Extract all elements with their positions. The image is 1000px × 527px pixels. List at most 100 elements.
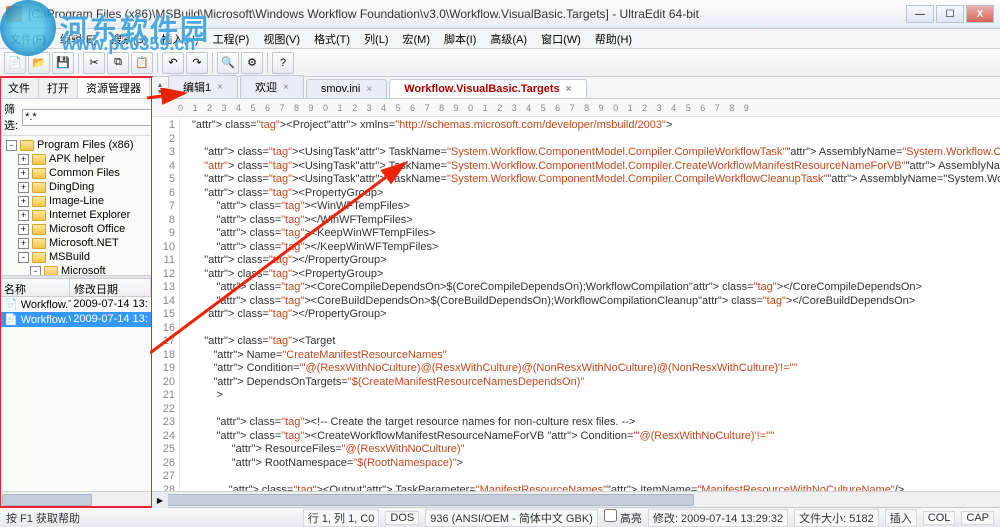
file-name: 📄 Workflow.Ta... <box>2 298 71 311</box>
side-tab-1[interactable]: 打开 <box>39 77 78 98</box>
tree-toggle[interactable]: + <box>18 224 29 235</box>
folder-icon <box>32 252 46 263</box>
status-eol: DOS <box>385 511 419 525</box>
folder-icon <box>32 196 46 207</box>
filter-label: 筛选: <box>4 101 18 133</box>
line-gutter: 1234567891011121314151617181920212223242… <box>152 117 180 491</box>
editor-tabs: ▲▼ 编辑1×欢迎×smov.ini×Workflow.VisualBasic.… <box>152 77 1000 99</box>
window-title: [C:\Program Files (x86)\MSBuild\Microsof… <box>28 7 906 21</box>
tree-node[interactable]: + APK helper <box>2 152 149 166</box>
folder-icon <box>32 154 46 165</box>
tree-label: Microsoft.NET <box>49 237 119 249</box>
tool-open[interactable]: 📂 <box>28 52 50 74</box>
tool-find[interactable]: 🔍 <box>217 52 239 74</box>
tab-label: Workflow.VisualBasic.Targets <box>404 83 559 95</box>
tab-close-icon[interactable]: × <box>566 84 572 95</box>
status-cap: CAP <box>961 511 994 525</box>
tree-node[interactable]: + Microsoft.NET <box>2 236 149 250</box>
editor-tab-3[interactable]: Workflow.VisualBasic.Targets × <box>389 79 586 98</box>
tree-node[interactable]: +Microsoft Office <box>2 222 149 236</box>
file-date: 2009-07-14 13: <box>71 313 149 326</box>
menu-12[interactable]: 帮助(H) <box>589 29 638 49</box>
tree-node[interactable]: + Internet Explorer <box>2 208 149 222</box>
tab-close-icon[interactable]: × <box>217 82 223 93</box>
tab-label: 编辑1 <box>183 79 211 95</box>
menu-9[interactable]: 脚本(I) <box>438 29 482 49</box>
file-row[interactable]: 📄 Workflow.Ta...2009-07-14 13: <box>0 297 151 312</box>
tab-close-icon[interactable]: × <box>283 82 289 93</box>
status-highlight: 高亮 <box>604 509 642 526</box>
status-encoding: 936 (ANSI/OEM - 简体中文 GBK) <box>425 509 598 527</box>
tab-close-icon[interactable]: × <box>366 84 372 95</box>
tree-node[interactable]: + DingDing <box>2 180 149 194</box>
tree-toggle[interactable]: - <box>30 266 41 275</box>
tree-toggle[interactable]: + <box>18 196 29 207</box>
menu-0[interactable]: 文件(F) <box>4 29 52 49</box>
editor-tab-2[interactable]: smov.ini × <box>306 79 387 98</box>
status-help: 按 F1 获取帮助 <box>6 510 80 526</box>
status-filesize: 文件大小: 5182 <box>794 509 879 527</box>
tab-label: 欢迎 <box>255 79 277 95</box>
tree-label: Common Files <box>49 167 120 179</box>
folder-icon <box>32 238 46 249</box>
tree-label: Internet Explorer <box>49 209 130 221</box>
side-tab-0[interactable]: 文件 <box>0 77 39 98</box>
tree-label: Image-Line <box>49 195 104 207</box>
file-date: 2009-07-14 13: <box>71 298 149 311</box>
tool-help[interactable]: ? <box>272 52 294 74</box>
maximize-button[interactable]: ☐ <box>936 5 964 23</box>
tree-label: APK helper <box>49 153 105 165</box>
tab-label: smov.ini <box>321 83 361 95</box>
tree-toggle[interactable]: + <box>18 238 29 249</box>
tool-new[interactable]: 📄 <box>4 52 26 74</box>
folder-icon <box>32 210 46 221</box>
tree-node[interactable]: + Image-Line <box>2 194 149 208</box>
menu-8[interactable]: 宏(M) <box>397 29 437 49</box>
folder-icon <box>44 266 58 275</box>
file-col-date[interactable]: 修改日期 <box>70 279 151 296</box>
filter-input[interactable] <box>22 109 170 126</box>
title-bar: [C:\Program Files (x86)\MSBuild\Microsof… <box>0 0 1000 29</box>
file-list[interactable]: 📄 Workflow.Ta...2009-07-14 13:📄 Workflow… <box>0 297 151 492</box>
menu-4[interactable]: 工程(P) <box>207 29 256 49</box>
tree-label: MSBuild <box>49 251 90 263</box>
status-position: 行 1, 列 1, C0 <box>303 509 380 527</box>
close-button[interactable]: X <box>966 5 994 23</box>
tree-node[interactable]: + Common Files <box>2 166 149 180</box>
tab-nav-buttons[interactable]: ▲▼ <box>154 80 166 98</box>
file-row[interactable]: 📄 Workflow.Vi...2009-07-14 13: <box>0 312 151 327</box>
tree-toggle[interactable]: - <box>6 140 17 151</box>
tree-toggle[interactable]: + <box>18 168 29 179</box>
watermark-url: www.pc0359.cn <box>62 34 195 55</box>
side-tab-2[interactable]: 资源管理器 <box>78 77 150 98</box>
tree-toggle[interactable]: + <box>18 210 29 221</box>
tree-node[interactable]: - Program Files (x86) <box>2 138 149 152</box>
highlight-checkbox[interactable] <box>604 509 617 522</box>
tree-node[interactable]: - MSBuild <box>2 250 149 264</box>
tree-toggle[interactable]: + <box>18 154 29 165</box>
editor-tab-1[interactable]: 欢迎 × <box>240 75 304 98</box>
tree-toggle[interactable]: + <box>18 182 29 193</box>
menu-5[interactable]: 视图(V) <box>257 29 306 49</box>
editor-scroll-h[interactable]: ◀ ▶ <box>152 491 1000 507</box>
menu-6[interactable]: 格式(T) <box>308 29 356 49</box>
tree-toggle[interactable]: - <box>18 252 29 263</box>
sidebar: 文件打开资源管理器 筛选: ▸ ↻ -Program Files (x86)+A… <box>0 77 152 507</box>
code-editor[interactable]: "attr"> class="tag"><Project"attr"> xmln… <box>180 117 1000 491</box>
app-icon <box>6 6 22 22</box>
status-insert[interactable]: 插入 <box>885 509 917 527</box>
menu-11[interactable]: 窗口(W) <box>535 29 587 49</box>
folder-tree[interactable]: - Program Files (x86) + APK helper + Common F… <box>0 136 151 275</box>
menu-7[interactable]: 列(L) <box>358 29 394 49</box>
tree-label: DingDing <box>49 181 94 193</box>
folder-icon <box>32 182 46 193</box>
sidebar-scroll-h[interactable] <box>0 491 151 507</box>
menu-10[interactable]: 高级(A) <box>484 29 533 49</box>
file-col-name[interactable]: 名称 <box>0 279 70 296</box>
tool-settings[interactable]: ⚙ <box>241 52 263 74</box>
tree-node[interactable]: -Microsoft <box>2 264 149 275</box>
minimize-button[interactable]: — <box>906 5 934 23</box>
file-name: 📄 Workflow.Vi... <box>2 313 71 326</box>
tree-label: Program Files (x86) <box>37 139 134 151</box>
editor-tab-0[interactable]: 编辑1 × <box>168 75 238 98</box>
